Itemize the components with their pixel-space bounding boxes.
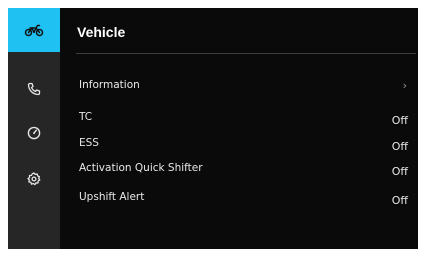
quick-shifter-value: Off: [391, 165, 408, 178]
tc-value: Off: [391, 114, 408, 127]
page-title: Vehicle: [77, 24, 126, 40]
chevron-right-icon: ›: [402, 79, 407, 92]
sidebar: [8, 8, 60, 249]
menu-item-upshift-alert[interactable]: Upshift Alert Off: [60, 190, 418, 208]
menu-item-quick-shifter[interactable]: Activation Quick Shifter Off: [60, 161, 418, 179]
ess-value: Off: [391, 140, 408, 153]
sidebar-item-phone[interactable]: [8, 67, 60, 111]
motorcycle-icon: [24, 23, 44, 37]
gauge-icon: [27, 126, 41, 140]
main-panel: Vehicle Information › TC Off ESS Off Act…: [60, 8, 418, 249]
settings-gear-icon: [27, 172, 41, 186]
title-divider: [76, 53, 416, 54]
upshift-alert-label: Upshift Alert: [79, 191, 145, 203]
app-screen: Vehicle Information › TC Off ESS Off Act…: [8, 8, 418, 249]
information-label: Information: [79, 79, 140, 91]
menu-item-information[interactable]: Information ›: [60, 78, 418, 96]
sidebar-item-gauge[interactable]: [8, 111, 60, 155]
ess-label: ESS: [79, 137, 99, 149]
menu-item-tc[interactable]: TC Off: [60, 110, 418, 128]
phone-icon: [27, 82, 41, 96]
upshift-alert-value: Off: [391, 194, 408, 207]
sidebar-item-settings[interactable]: [8, 157, 60, 201]
menu-item-ess[interactable]: ESS Off: [60, 136, 418, 154]
quick-shifter-label: Activation Quick Shifter: [79, 162, 203, 174]
tc-label: TC: [79, 111, 93, 123]
sidebar-item-vehicle[interactable]: [8, 8, 60, 52]
